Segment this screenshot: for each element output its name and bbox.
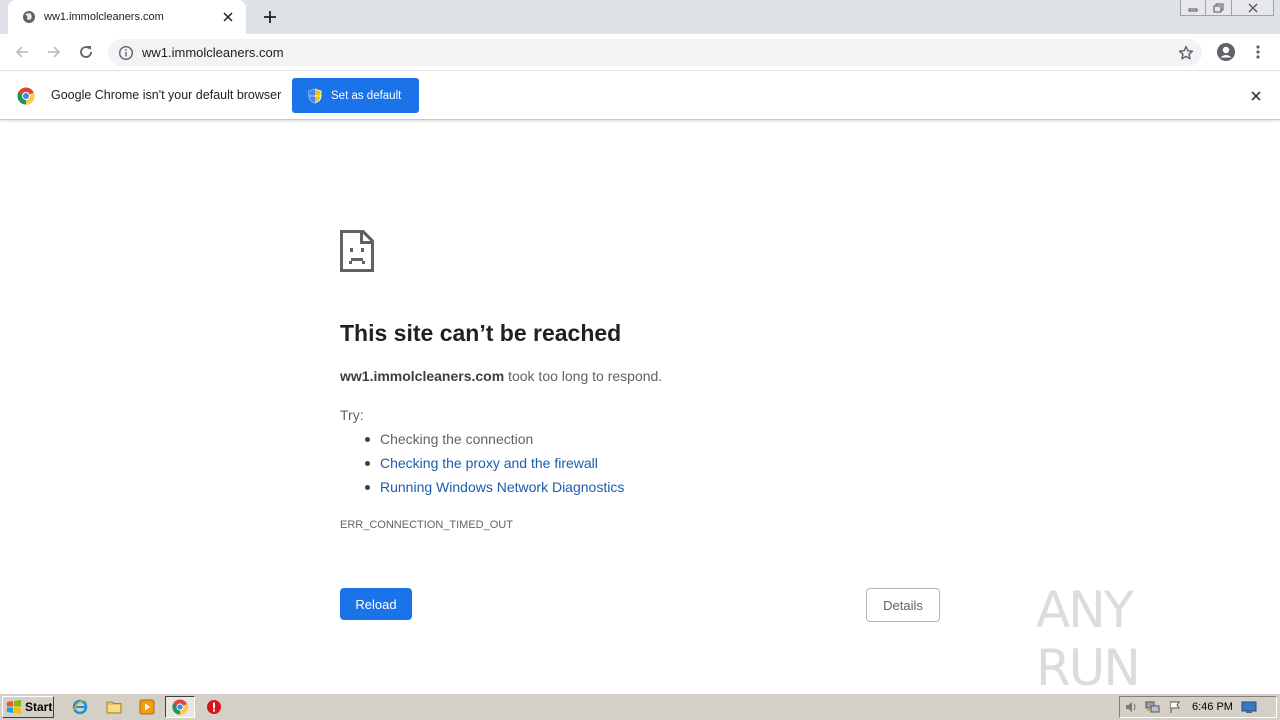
browser-toolbar: ww1.immolcleaners.com — [0, 34, 1280, 71]
stop-icon[interactable] — [204, 697, 224, 717]
minimize-button[interactable] — [1180, 0, 1206, 16]
error-summary: ww1.immolcleaners.com took too long to r… — [340, 368, 662, 384]
sad-page-icon — [340, 230, 374, 272]
info-icon[interactable] — [118, 45, 134, 61]
suggestion-list: Checking the connection Checking the pro… — [364, 431, 624, 503]
watermark-text: ANY RUN — [1036, 581, 1141, 697]
error-title: This site can’t be reached — [340, 320, 622, 346]
reload-icon[interactable] — [74, 40, 98, 64]
infobar-message: Google Chrome isn't your default browser — [51, 88, 282, 102]
desktop-icon[interactable] — [1238, 698, 1260, 716]
shield-icon — [308, 88, 322, 104]
globe-icon — [22, 10, 36, 24]
menu-icon[interactable] — [1246, 40, 1270, 64]
error-host: ww1.immolcleaners.com — [340, 368, 505, 384]
chrome-icon[interactable] — [165, 696, 195, 718]
try-label: Try: — [340, 407, 364, 423]
plus-icon[interactable] — [258, 6, 282, 28]
taskbar: Start 6:46 PM — [0, 693, 1280, 720]
folder-icon[interactable] — [104, 697, 124, 717]
star-icon[interactable] — [1176, 43, 1196, 63]
windows-logo-icon — [6, 700, 22, 714]
suggestion-network-diagnostics-link[interactable]: Running Windows Network Diagnostics — [364, 479, 624, 503]
error-code: ERR_CONNECTION_TIMED_OUT — [340, 519, 513, 531]
close-icon[interactable] — [220, 9, 236, 25]
address-bar[interactable]: ww1.immolcleaners.com — [108, 39, 1202, 66]
close-icon[interactable] — [1248, 88, 1264, 104]
window-close-button[interactable] — [1232, 0, 1274, 16]
start-label: Start — [25, 700, 53, 714]
tab-strip: ww1.immolcleaners.com — [0, 0, 1280, 34]
restore-button[interactable] — [1206, 0, 1232, 16]
speaker-icon[interactable] — [1120, 698, 1142, 716]
media-player-icon[interactable] — [137, 697, 157, 717]
browser-tab[interactable]: ww1.immolcleaners.com — [8, 0, 246, 34]
suggestion-check-proxy-link[interactable]: Checking the proxy and the firewall — [364, 455, 624, 479]
reload-button[interactable]: Reload — [340, 588, 412, 620]
set-as-default-label: Set as default — [331, 89, 402, 102]
details-button[interactable]: Details — [866, 588, 940, 622]
error-summary-text: took too long to respond. — [504, 368, 663, 384]
tab-title: ww1.immolcleaners.com — [44, 11, 164, 23]
chrome-logo-icon — [17, 87, 35, 105]
set-as-default-button[interactable]: Set as default — [292, 78, 419, 113]
anyrun-watermark: ANY RUN — [1036, 581, 1236, 697]
forward-icon[interactable] — [42, 40, 66, 64]
window-controls — [1180, 0, 1274, 18]
back-icon[interactable] — [10, 40, 34, 64]
network-icon[interactable] — [1142, 698, 1164, 716]
url-text[interactable]: ww1.immolcleaners.com — [142, 45, 1176, 60]
system-tray: 6:46 PM — [1119, 696, 1277, 718]
start-button[interactable]: Start — [2, 696, 54, 718]
clock[interactable]: 6:46 PM — [1192, 701, 1238, 713]
profile-icon[interactable] — [1214, 40, 1238, 64]
flag-icon[interactable] — [1164, 698, 1186, 716]
ie-icon[interactable] — [70, 697, 90, 717]
suggestion-check-connection: Checking the connection — [364, 431, 624, 455]
default-browser-infobar: Google Chrome isn't your default browser… — [0, 72, 1280, 120]
